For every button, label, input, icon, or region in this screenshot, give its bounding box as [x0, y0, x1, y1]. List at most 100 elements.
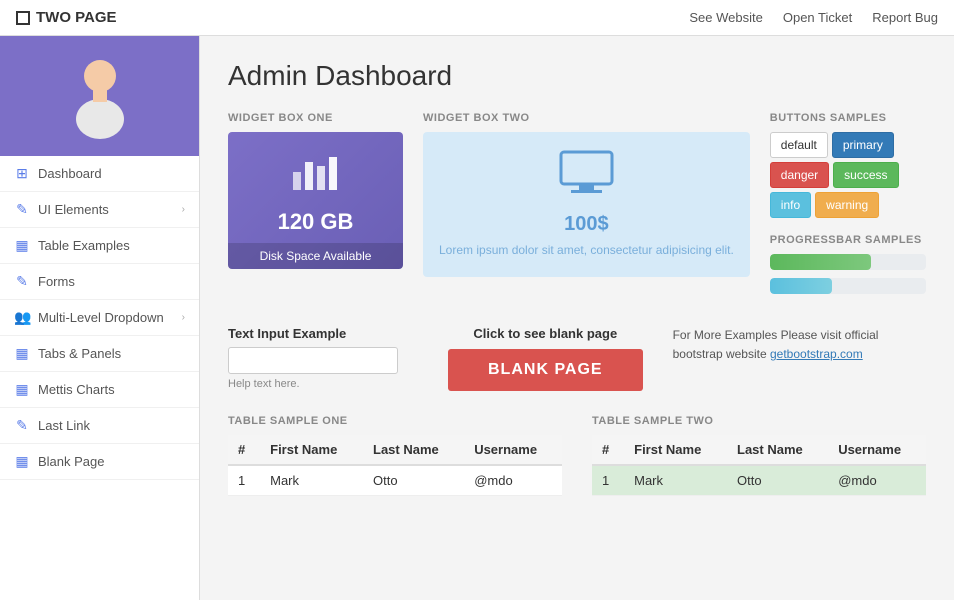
- button-samples-row: default primary danger success info warn…: [770, 132, 926, 218]
- btn-primary[interactable]: primary: [832, 132, 894, 158]
- more-examples-section: For More Examples Please visit official …: [673, 326, 893, 364]
- table-row: 1 Mark Otto @mdo: [228, 465, 562, 496]
- btn-success[interactable]: success: [833, 162, 898, 188]
- dashboard-icon: ⊞: [14, 165, 30, 182]
- table-sample-one: TABLE SAMPLE ONE # First Name Last Name …: [228, 415, 562, 496]
- table-two-header: # First Name Last Name Username: [592, 435, 926, 465]
- widget-two-value: 100$: [439, 213, 734, 236]
- cell-first: Mark: [260, 465, 363, 496]
- widget-box-two: WIDGET BOX TWO 100$ Lorem ipsum dolor si…: [423, 112, 750, 277]
- widget-box-one: WIDGET BOX ONE 120 GB Disk Space Availab…: [228, 112, 403, 269]
- cell-last: Otto: [363, 465, 464, 496]
- sidebar-nav: ⊞ Dashboard ✎ UI Elements › ▦ Table Exam…: [0, 156, 199, 600]
- table-two-label: TABLE SAMPLE TWO: [592, 415, 926, 427]
- brand: TWO PAGE: [16, 9, 117, 26]
- sidebar-item-tabs-panels[interactable]: ▦ Tabs & Panels: [0, 336, 199, 372]
- buttons-section: BUTTONS SAMPLES default primary danger s…: [770, 112, 926, 302]
- cell-user-2: @mdo: [828, 465, 926, 496]
- sidebar-item-mettis-charts[interactable]: ▦ Mettis Charts: [0, 372, 199, 408]
- col-first-name-2: First Name: [624, 435, 727, 465]
- avatar-svg: [65, 54, 135, 139]
- charts-icon: ▦: [14, 381, 30, 398]
- sidebar-item-last-link[interactable]: ✎ Last Link: [0, 408, 199, 444]
- table-sample-two: TABLE SAMPLE TWO # First Name Last Name …: [592, 415, 926, 496]
- progress-fill-2: [770, 278, 832, 294]
- monitor-icon: [439, 150, 734, 205]
- widgets-row: WIDGET BOX ONE 120 GB Disk Space Availab…: [228, 112, 926, 302]
- cell-num: 1: [228, 465, 260, 496]
- col-hash: #: [228, 435, 260, 465]
- sidebar-avatar: [0, 36, 199, 156]
- sidebar-item-forms[interactable]: ✎ Forms: [0, 264, 199, 300]
- top-navbar: TWO PAGE See Website Open Ticket Report …: [0, 0, 954, 36]
- sidebar-label-table-examples: Table Examples: [38, 238, 130, 253]
- btn-default[interactable]: default: [770, 132, 828, 158]
- main-content: Admin Dashboard WIDGET BOX ONE 120 GB: [200, 36, 954, 600]
- btn-warning[interactable]: warning: [815, 192, 879, 218]
- middle-row: Text Input Example Help text here. Click…: [228, 326, 926, 391]
- open-ticket-link[interactable]: Open Ticket: [783, 10, 852, 25]
- buttons-samples-label: BUTTONS SAMPLES: [770, 112, 926, 124]
- progress-fill-1: [770, 254, 872, 270]
- table-one-label: TABLE SAMPLE ONE: [228, 415, 562, 427]
- page-title: Admin Dashboard: [228, 60, 926, 92]
- widget-one-value: 120 GB: [244, 209, 387, 235]
- sidebar-item-ui-elements[interactable]: ✎ UI Elements ›: [0, 192, 199, 228]
- cell-num-2: 1: [592, 465, 624, 496]
- text-input-label: Text Input Example: [228, 326, 418, 341]
- progress-bar-2: [770, 278, 926, 294]
- bootstrap-link[interactable]: getbootstrap.com: [770, 347, 863, 361]
- cell-user: @mdo: [464, 465, 562, 496]
- widget-card-purple: 120 GB Disk Space Available: [228, 132, 403, 269]
- report-bug-link[interactable]: Report Bug: [872, 10, 938, 25]
- chevron-right-icon: ›: [182, 204, 185, 215]
- sidebar-label-last-link: Last Link: [38, 418, 90, 433]
- table-two: # First Name Last Name Username 1 Mark O…: [592, 435, 926, 496]
- blank-page-button[interactable]: BLANK PAGE: [448, 349, 643, 391]
- text-input-section: Text Input Example Help text here.: [228, 326, 418, 390]
- table-icon: ▦: [14, 237, 30, 254]
- sidebar-label-ui-elements: UI Elements: [38, 202, 109, 217]
- widget-box-two-label: WIDGET BOX TWO: [423, 112, 750, 124]
- widget-box-one-label: WIDGET BOX ONE: [228, 112, 403, 124]
- progressbar-label: PROGRESSBAR SAMPLES: [770, 234, 926, 246]
- tabs-icon: ▦: [14, 345, 30, 362]
- widget-one-label: Disk Space Available: [228, 243, 403, 269]
- sidebar-item-blank-page[interactable]: ▦ Blank Page: [0, 444, 199, 480]
- text-input[interactable]: [228, 347, 398, 374]
- sidebar-label-forms: Forms: [38, 274, 75, 289]
- brand-label: TWO PAGE: [36, 9, 117, 26]
- ui-elements-icon: ✎: [14, 201, 30, 218]
- layout: ⊞ Dashboard ✎ UI Elements › ▦ Table Exam…: [0, 36, 954, 600]
- sidebar: ⊞ Dashboard ✎ UI Elements › ▦ Table Exam…: [0, 36, 200, 600]
- btn-info[interactable]: info: [770, 192, 811, 218]
- blank-page-label: Click to see blank page: [448, 326, 643, 341]
- sidebar-label-multi-level: Multi-Level Dropdown: [38, 310, 164, 325]
- col-username: Username: [464, 435, 562, 465]
- sidebar-label-blank-page: Blank Page: [38, 454, 105, 469]
- sidebar-item-dashboard[interactable]: ⊞ Dashboard: [0, 156, 199, 192]
- widget-card-blue: 100$ Lorem ipsum dolor sit amet, consect…: [423, 132, 750, 277]
- table-one-header: # First Name Last Name Username: [228, 435, 562, 465]
- last-link-icon: ✎: [14, 417, 30, 434]
- progress-bar-1: [770, 254, 926, 270]
- blank-page-icon: ▦: [14, 453, 30, 470]
- sidebar-item-multi-level[interactable]: 👥 Multi-Level Dropdown ›: [0, 300, 199, 336]
- col-last-name: Last Name: [363, 435, 464, 465]
- btn-danger[interactable]: danger: [770, 162, 829, 188]
- brand-box-icon: [16, 11, 30, 25]
- sidebar-label-dashboard: Dashboard: [38, 166, 102, 181]
- forms-icon: ✎: [14, 273, 30, 290]
- bar-chart-icon: [244, 152, 387, 201]
- see-website-link[interactable]: See Website: [689, 10, 762, 25]
- col-username-2: Username: [828, 435, 926, 465]
- cell-last-2: Otto: [727, 465, 828, 496]
- top-nav-links: See Website Open Ticket Report Bug: [689, 10, 938, 25]
- table-one: # First Name Last Name Username 1 Mark O…: [228, 435, 562, 496]
- sidebar-item-table-examples[interactable]: ▦ Table Examples: [0, 228, 199, 264]
- sidebar-label-tabs-panels: Tabs & Panels: [38, 346, 121, 361]
- col-first-name: First Name: [260, 435, 363, 465]
- help-text: Help text here.: [228, 378, 418, 390]
- blank-page-section: Click to see blank page BLANK PAGE: [448, 326, 643, 391]
- widget-two-description: Lorem ipsum dolor sit amet, consectetur …: [439, 242, 734, 259]
